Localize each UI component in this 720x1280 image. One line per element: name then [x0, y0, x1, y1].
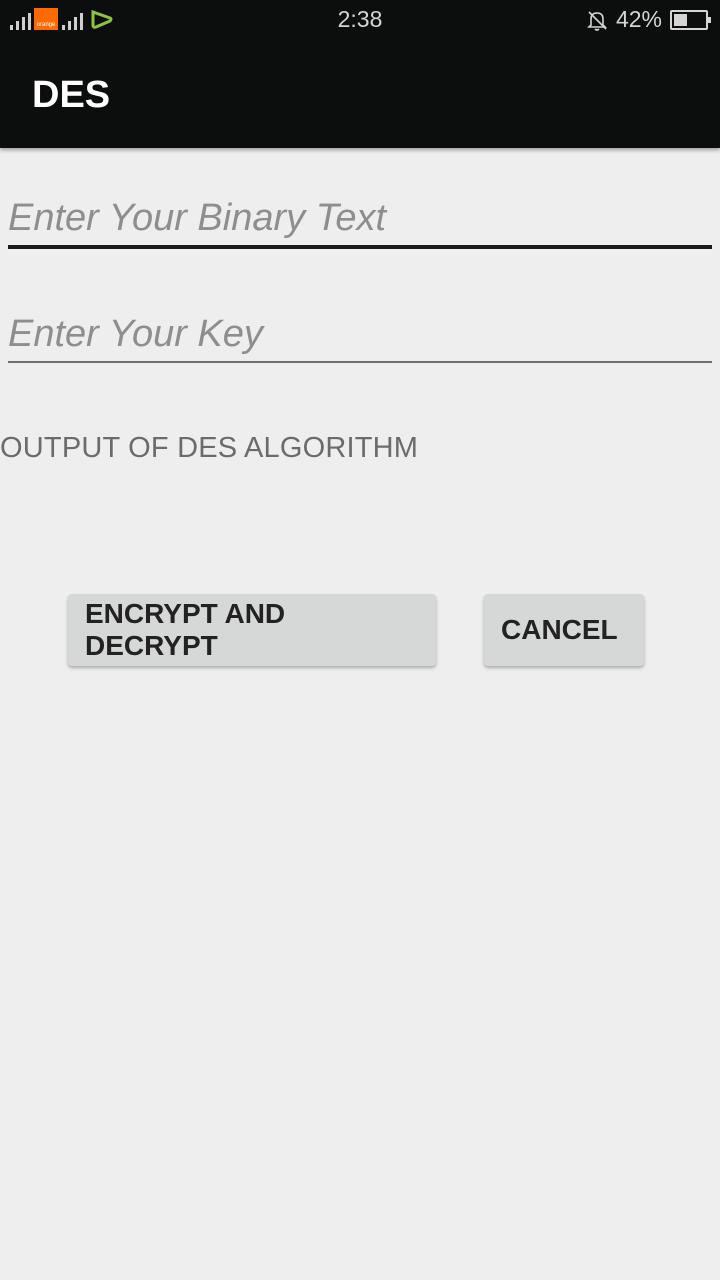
- app-bar: DES: [0, 38, 720, 148]
- key-field[interactable]: [8, 309, 712, 363]
- binary-text-input[interactable]: [8, 193, 712, 243]
- output-label: OUTPUT OF DES ALGORITHM: [0, 432, 419, 464]
- notifications-off-icon: [587, 10, 607, 31]
- app-title: DES: [32, 74, 111, 116]
- status-bar: orange 2:38 42%: [0, 0, 720, 38]
- key-underline: [8, 361, 712, 363]
- status-bar-right: 42%: [586, 6, 711, 33]
- battery-fill: [674, 13, 687, 26]
- encrypt-decrypt-button[interactable]: ENCRYPT AND DECRYPT: [68, 594, 436, 666]
- key-input[interactable]: [8, 309, 712, 359]
- battery-percent: 42%: [615, 6, 662, 32]
- binary-text-field[interactable]: [8, 193, 712, 249]
- cancel-button[interactable]: CANCEL: [484, 594, 644, 666]
- binary-text-underline: [8, 245, 712, 249]
- battery-icon: [670, 9, 711, 30]
